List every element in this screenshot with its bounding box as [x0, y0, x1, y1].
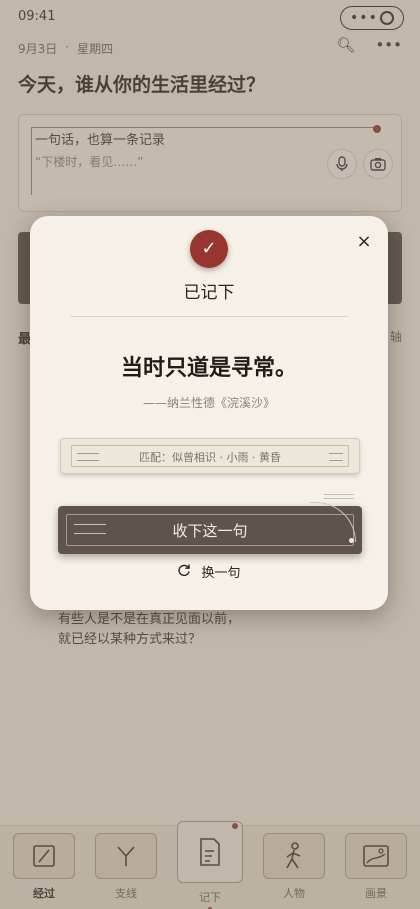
- refresh-icon: [177, 563, 191, 581]
- match-tags-strip: 匹配：似曾相识 · 小雨 · 黄昏: [60, 438, 360, 474]
- close-icon[interactable]: ×: [352, 230, 376, 254]
- accept-quote-button[interactable]: 收下这一句: [58, 502, 362, 554]
- accept-quote-label: 收下这一句: [172, 522, 248, 540]
- divider: [70, 316, 348, 317]
- match-tags: 匹配：似曾相识 · 小雨 · 黄昏: [139, 451, 281, 464]
- swap-quote-label: 换一句: [201, 566, 241, 581]
- decor-line: [324, 498, 354, 499]
- dialog-title: 已记下: [183, 283, 235, 303]
- poem-quote: 当时只道是寻常。: [120, 355, 297, 381]
- app-screen: 09:41 ••• 9月3日 · 星期四 🔍︎ ••• 今天，谁从你的生活里经过…: [0, 0, 420, 909]
- decor-line: [324, 494, 354, 495]
- quote-source: ——纳兰性德《浣溪沙》: [142, 396, 275, 410]
- check-icon: ✓: [190, 230, 228, 268]
- swap-quote-button[interactable]: 换一句: [30, 562, 388, 581]
- saved-dialog: × ✓ 已记下 当时只道是寻常。 ——纳兰性德《浣溪沙》 匹配：似曾相识 · 小…: [30, 216, 388, 610]
